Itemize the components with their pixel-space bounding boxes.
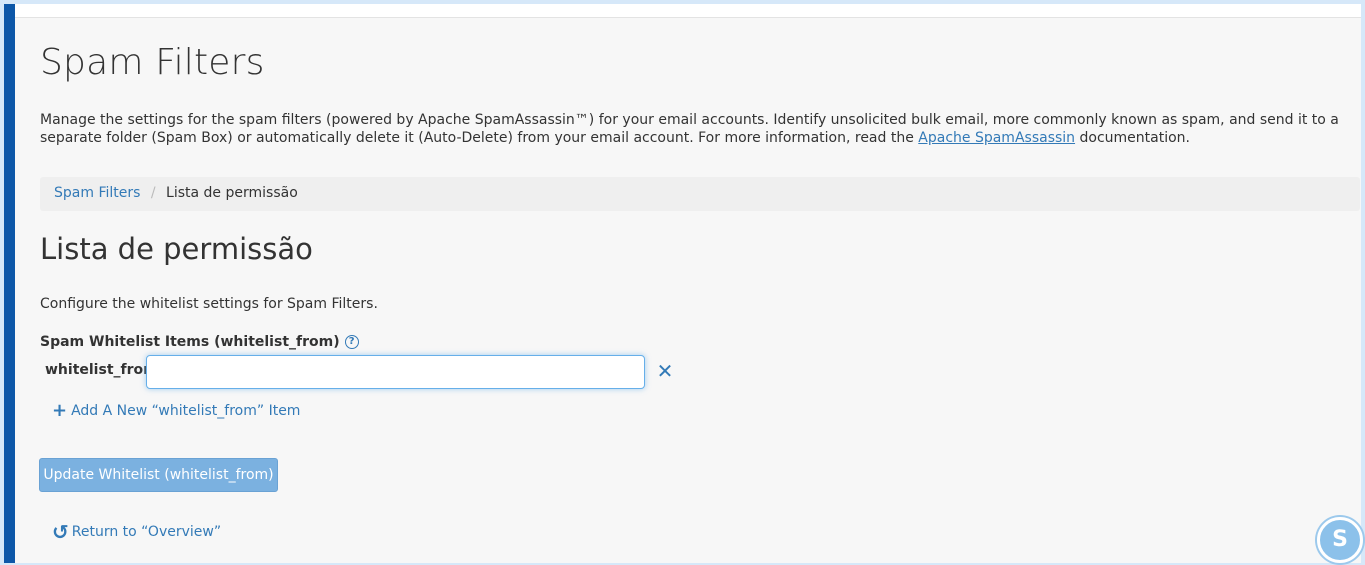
breadcrumb-current: Lista de permissão xyxy=(166,185,298,201)
update-whitelist-button[interactable]: Update Whitelist (whitelist_from) xyxy=(39,458,278,492)
add-item-label: Add A New “whitelist_from” Item xyxy=(71,403,301,419)
apache-spamassassin-link[interactable]: Apache SpamAssassin xyxy=(918,130,1075,146)
field-label-text: Spam Whitelist Items (whitelist_from) xyxy=(40,334,340,350)
page-description: Manage the settings for the spam filters… xyxy=(40,111,1350,147)
main-content: Spam Filters Manage the settings for the… xyxy=(4,4,1361,563)
page-title: Spam Filters xyxy=(40,42,265,83)
return-to-overview-link[interactable]: ↺ Return to “Overview” xyxy=(52,520,222,544)
whitelist-from-input[interactable] xyxy=(146,355,645,389)
breadcrumb: Spam Filters / Lista de permissão xyxy=(40,177,1360,211)
whitelist-from-label: whitelist_from xyxy=(45,362,158,378)
plus-icon: + xyxy=(52,400,68,421)
section-description: Configure the whitelist settings for Spa… xyxy=(40,296,378,312)
breadcrumb-separator: / xyxy=(150,185,156,201)
floating-help-logo-icon[interactable]: S xyxy=(1317,517,1363,563)
return-label: Return to “Overview” xyxy=(71,524,222,540)
description-text-end: documentation. xyxy=(1075,130,1190,146)
add-whitelist-item-link[interactable]: + Add A New “whitelist_from” Item xyxy=(52,400,301,421)
undo-icon: ↺ xyxy=(52,520,69,544)
section-title: Lista de permissão xyxy=(40,232,313,266)
close-icon[interactable]: ✕ xyxy=(656,360,674,382)
top-bar xyxy=(15,4,1361,18)
breadcrumb-spam-filters[interactable]: Spam Filters xyxy=(54,185,140,201)
question-circle-icon[interactable]: ? xyxy=(344,335,359,349)
whitelist-field-label: Spam Whitelist Items (whitelist_from) ? xyxy=(40,334,359,350)
